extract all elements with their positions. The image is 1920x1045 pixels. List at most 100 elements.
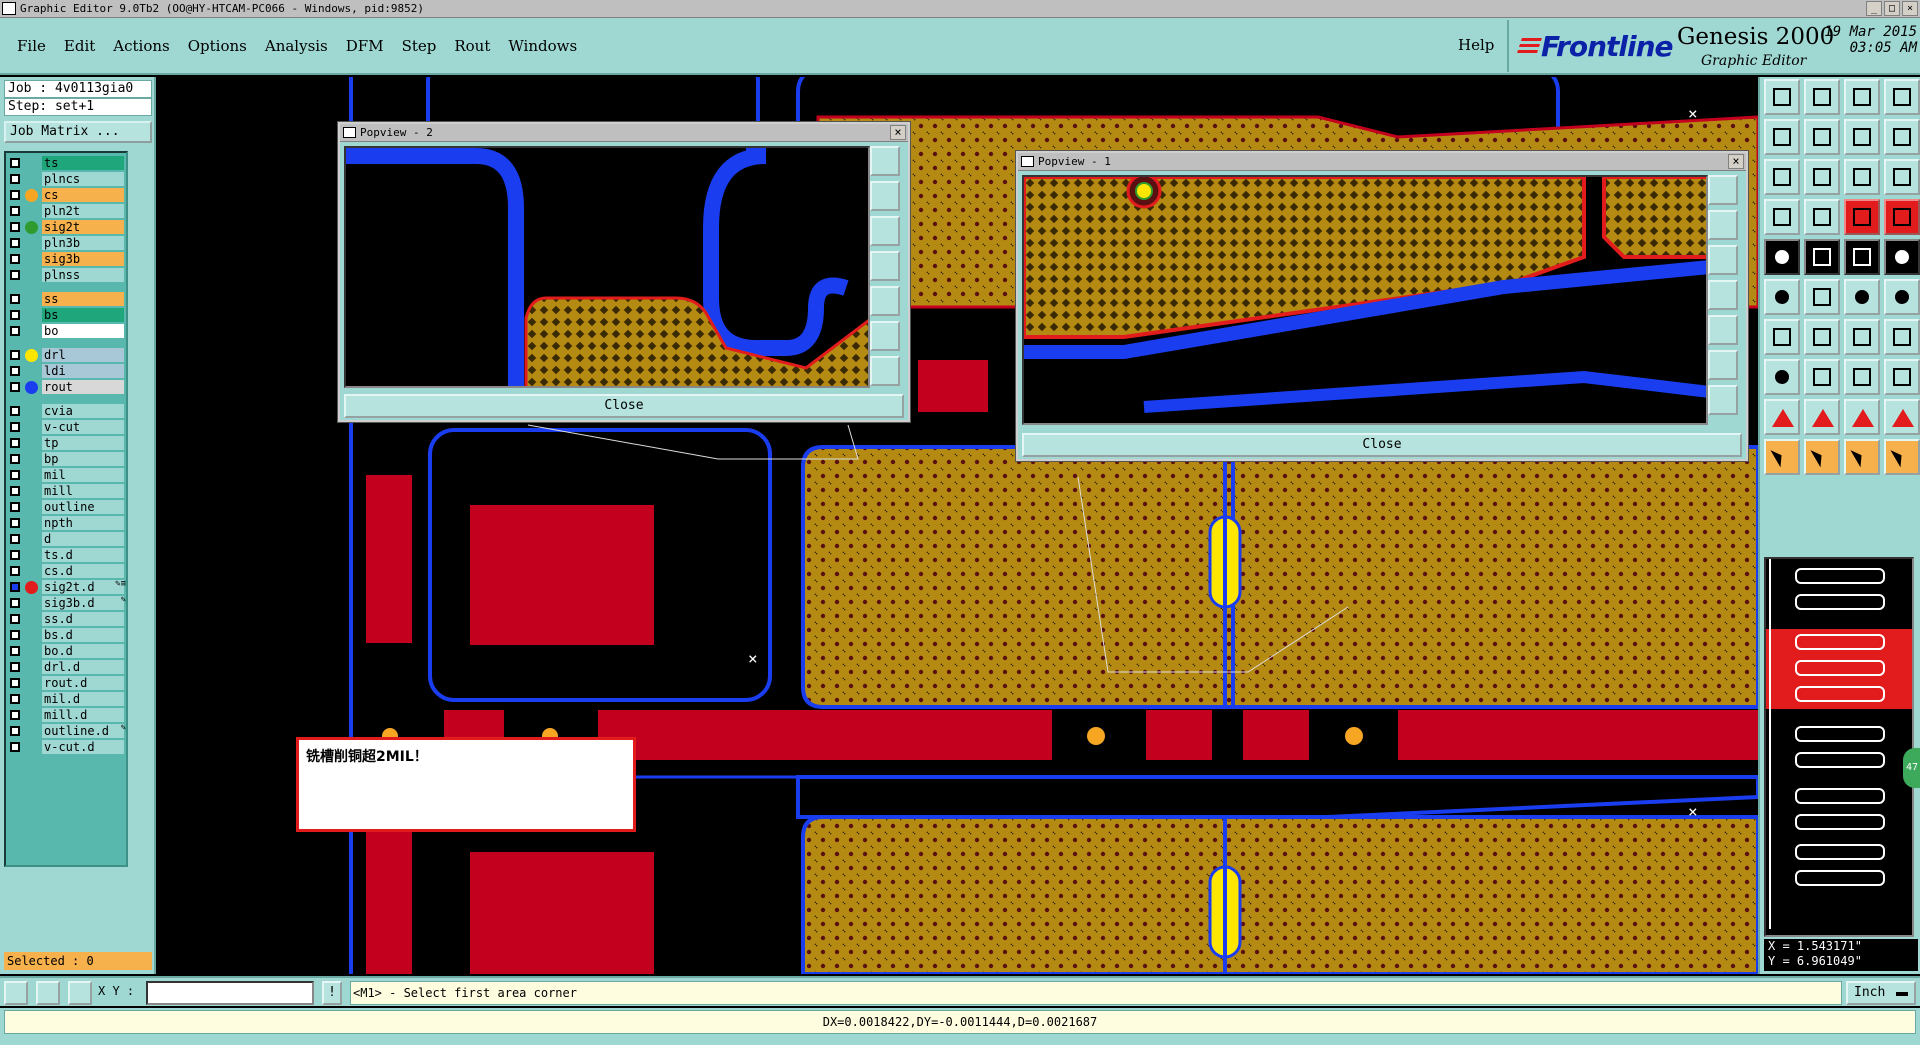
layer-checkbox[interactable] (10, 566, 20, 576)
layer-checkbox[interactable] (10, 662, 20, 672)
delete-mode-icon[interactable] (36, 981, 60, 1005)
layer-name[interactable]: sig3b.d (42, 596, 124, 610)
layer-row[interactable]: drl (6, 347, 126, 363)
fit-icon[interactable] (1708, 350, 1738, 380)
layer-checkbox[interactable] (10, 502, 20, 512)
settings-icon[interactable] (1764, 199, 1800, 235)
cross-icon[interactable] (1804, 279, 1840, 315)
layer-row[interactable]: v-cut.d (6, 739, 126, 755)
layer-name[interactable]: rout.d (42, 676, 124, 690)
layer-row[interactable]: ldi (6, 363, 126, 379)
layer-checkbox[interactable] (10, 350, 20, 360)
layer-row[interactable]: ss (6, 291, 126, 307)
circle-icon[interactable] (1884, 239, 1920, 275)
layer-checkbox[interactable] (10, 470, 20, 480)
layer-checkbox[interactable] (10, 438, 20, 448)
layer-row[interactable]: sig3b (6, 251, 126, 267)
pan-right-icon[interactable] (1804, 119, 1840, 155)
layer-row[interactable]: plncs (6, 171, 126, 187)
layer-row[interactable]: outline (6, 499, 126, 515)
layer-row[interactable]: cvia (6, 403, 126, 419)
line-icon[interactable] (1804, 239, 1840, 275)
zoom-out-icon[interactable] (1708, 245, 1738, 275)
dimension-icon[interactable] (1844, 359, 1880, 395)
layer-row[interactable]: pln2t (6, 203, 126, 219)
layer-name[interactable]: sig2t (42, 220, 124, 234)
layer-checkbox[interactable] (10, 158, 20, 168)
pan-right-icon[interactable] (870, 286, 900, 316)
help-icon[interactable] (1884, 159, 1920, 195)
layer-row[interactable]: sig2t.d ✎≡ (6, 579, 126, 595)
layer-row[interactable]: ts (6, 155, 126, 171)
layer-name[interactable]: ss (42, 292, 124, 306)
layer-checkbox[interactable] (10, 582, 20, 592)
layer-name[interactable]: cs.d (42, 564, 124, 578)
popview-1-close-button[interactable]: Close (1022, 433, 1742, 457)
layer-row[interactable]: mil.d (6, 691, 126, 707)
pad-icon[interactable] (1764, 239, 1800, 275)
layer-row[interactable]: ss.d (6, 611, 126, 627)
layer-name[interactable]: mil (42, 468, 124, 482)
triangle-base-icon[interactable] (1884, 399, 1920, 435)
menu-rout[interactable]: Rout (445, 36, 499, 56)
layer-row[interactable]: bs.d (6, 627, 126, 643)
triangle-icon[interactable] (1764, 399, 1800, 435)
center-icon[interactable] (870, 356, 900, 386)
fit-all-icon[interactable] (1764, 159, 1800, 195)
layer-name[interactable]: v-cut (42, 420, 124, 434)
layer-row[interactable]: mill.d (6, 707, 126, 723)
layer-row[interactable]: cs.d (6, 563, 126, 579)
layer-name[interactable]: ts (42, 156, 124, 170)
layer-row[interactable]: bo (6, 323, 126, 339)
split-icon[interactable] (1884, 319, 1920, 355)
graphic-canvas[interactable]: × × × Popview - 2 × Close Popview - 1 × … (158, 77, 1758, 974)
menu-analysis[interactable]: Analysis (256, 36, 337, 56)
layer-name[interactable]: drl (42, 348, 124, 362)
layer-checkbox[interactable] (10, 382, 20, 392)
node-icon[interactable] (1844, 279, 1880, 315)
layer-row[interactable]: cs (6, 187, 126, 203)
layer-name[interactable]: tp (42, 436, 124, 450)
layer-checkbox[interactable] (10, 646, 20, 656)
mirror-icon[interactable] (1844, 119, 1880, 155)
dash-icon[interactable] (1804, 359, 1840, 395)
redraw-icon[interactable] (1884, 119, 1920, 155)
zoom-in-icon[interactable] (1708, 210, 1738, 240)
layer-checkbox[interactable] (10, 326, 20, 336)
layer-color-dot[interactable] (25, 581, 38, 594)
rotate-icon[interactable] (1844, 319, 1880, 355)
layer-row[interactable]: bs (6, 307, 126, 323)
layer-name[interactable]: outline (42, 500, 124, 514)
layer-checkbox[interactable] (10, 678, 20, 688)
pan-left-icon[interactable] (1764, 119, 1800, 155)
close-icon[interactable]: × (890, 125, 906, 140)
layer-checkbox[interactable] (10, 454, 20, 464)
layer-row[interactable]: d (6, 531, 126, 547)
layer-row[interactable]: ts.d (6, 547, 126, 563)
fit-icon[interactable] (870, 321, 900, 351)
layer-checkbox[interactable] (10, 270, 20, 280)
zoom-out-icon[interactable] (870, 216, 900, 246)
pan-right-icon[interactable] (1708, 315, 1738, 345)
popview-2-titlebar[interactable]: Popview - 2 × (340, 124, 908, 142)
layer-row[interactable]: bo.d (6, 643, 126, 659)
xy-input[interactable] (146, 981, 314, 1005)
pointer-icon[interactable] (1764, 439, 1800, 475)
layer-checkbox[interactable] (10, 254, 20, 264)
layer-name[interactable]: bp (42, 452, 124, 466)
layer-checkbox[interactable] (10, 422, 20, 432)
triangle-line-icon[interactable] (1844, 399, 1880, 435)
grid-icon[interactable] (1804, 199, 1840, 235)
layer-name[interactable]: sig2t.d (42, 580, 124, 594)
layer-row[interactable]: mill (6, 483, 126, 499)
menu-edit[interactable]: Edit (55, 36, 104, 56)
layer-row[interactable]: rout (6, 379, 126, 395)
maximize-button[interactable]: □ (1884, 1, 1900, 16)
layer-name[interactable]: bo.d (42, 644, 124, 658)
layer-name[interactable]: mill (42, 484, 124, 498)
layer-checkbox[interactable] (10, 630, 20, 640)
layer-row[interactable]: tp (6, 435, 126, 451)
layer-checkbox[interactable] (10, 614, 20, 624)
layer-checkbox[interactable] (10, 294, 20, 304)
layer-name[interactable]: cvia (42, 404, 124, 418)
